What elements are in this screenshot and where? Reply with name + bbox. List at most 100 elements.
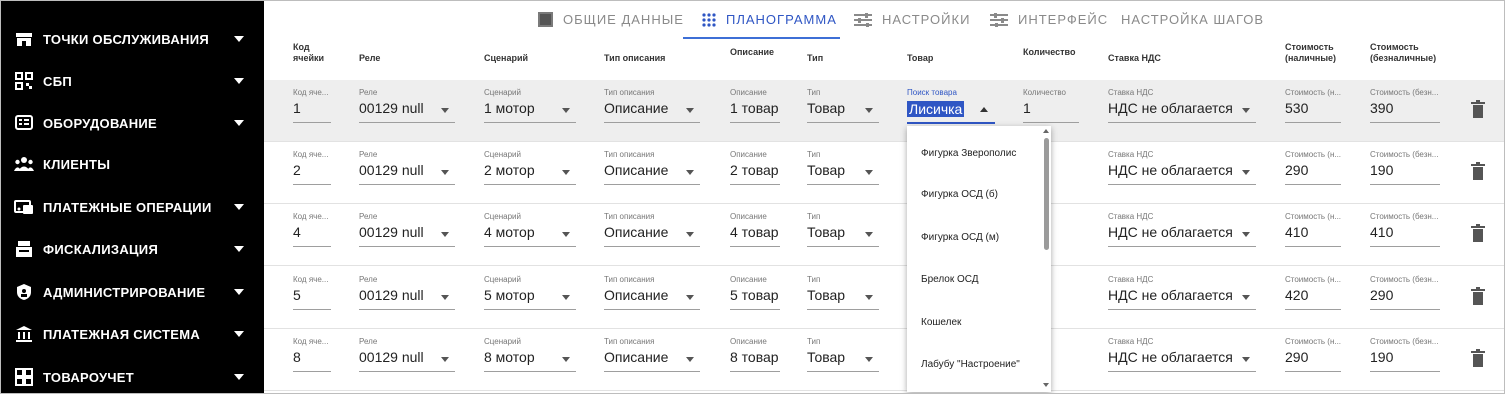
relay-select[interactable]: Реле 00129 null [359,88,455,123]
cell-code-input[interactable]: Код яче... 1 [293,88,331,123]
sidebar-item[interactable]: ТОВАРОУЧЕТ [1,362,264,392]
chevron-down-icon[interactable] [234,78,244,84]
cost-cashless-input[interactable]: Стоимость (безн... 410 [1370,212,1440,247]
chevron-down-icon[interactable] [1242,295,1250,300]
dropdown-option[interactable]: Фигурка ОСД (м) [921,232,999,243]
description-type-select[interactable]: Тип описания Описание [604,212,700,247]
trash-icon[interactable] [1471,162,1485,180]
chevron-down-icon[interactable] [686,357,694,362]
chevron-down-icon[interactable] [562,295,570,300]
relay-select[interactable]: Реле 00129 null [359,150,455,185]
chevron-down-icon[interactable] [234,331,244,337]
description-type-select[interactable]: Тип описания Описание [604,88,700,123]
chevron-down-icon[interactable] [234,36,244,42]
scroll-down-icon[interactable] [1043,383,1049,387]
scrollbar-thumb[interactable] [1044,138,1049,250]
type-select[interactable]: Тип Товар [807,150,879,185]
cost-cashless-input[interactable]: Стоимость (безн... 290 [1370,275,1440,310]
scenario-select[interactable]: Сценарий 2 мотор [484,150,576,185]
quantity-input[interactable]: Количество 1 [1023,88,1079,123]
chevron-up-icon[interactable] [980,107,988,112]
vat-select[interactable]: Ставка НДС НДС не облагается [1108,275,1256,310]
product-search-input[interactable]: Поиск товара Лисичка [907,88,995,124]
scenario-select[interactable]: Сценарий 5 мотор [484,275,576,310]
sidebar-item[interactable]: СБП [1,66,264,96]
chevron-down-icon[interactable] [562,108,570,113]
chevron-down-icon[interactable] [441,170,449,175]
chevron-down-icon[interactable] [562,232,570,237]
chevron-down-icon[interactable] [441,108,449,113]
trash-icon[interactable] [1471,287,1485,305]
dropdown-scrollbar[interactable] [1041,126,1051,392]
chevron-down-icon[interactable] [234,374,244,380]
cost-cashless-input[interactable]: Стоимость (безн... 390 [1370,88,1440,123]
chevron-down-icon[interactable] [441,357,449,362]
type-select[interactable]: Тип Товар [807,337,879,372]
cost-cash-input[interactable]: Стоимость (н... 420 [1285,275,1341,310]
vat-select[interactable]: Ставка НДС НДС не облагается [1108,337,1256,372]
dropdown-option[interactable]: Фигурка ОСД (б) [921,189,998,200]
chevron-down-icon[interactable] [234,204,244,210]
chevron-down-icon[interactable] [234,120,244,126]
dropdown-option[interactable]: Брелок ОСД [921,274,979,285]
vat-select[interactable]: Ставка НДС НДС не облагается [1108,88,1256,123]
scroll-up-icon[interactable] [1043,129,1049,133]
chevron-down-icon[interactable] [562,357,570,362]
dropdown-option[interactable]: Кошелек [921,317,961,328]
chevron-down-icon[interactable] [1242,170,1250,175]
sidebar-item[interactable]: ПЛАТЕЖНЫЕ ОПЕРАЦИИ [1,192,264,222]
chevron-down-icon[interactable] [865,295,873,300]
tab-step-settings[interactable]: НАСТРОЙКА ШАГОВ [1121,1,1264,38]
tab-planogram[interactable]: ПЛАНОГРАММА [702,1,837,38]
chevron-down-icon[interactable] [562,170,570,175]
description-input[interactable]: Описание 4 товар [730,212,780,247]
type-select[interactable]: Тип Товар [807,212,879,247]
description-input[interactable]: Описание 8 товар [730,337,780,372]
description-type-select[interactable]: Тип описания Описание [604,150,700,185]
sidebar-item[interactable]: ФИСКАЛИЗАЦИЯ [1,234,264,264]
chevron-down-icon[interactable] [865,357,873,362]
trash-icon[interactable] [1471,100,1485,118]
vat-select[interactable]: Ставка НДС НДС не облагается [1108,212,1256,247]
chevron-down-icon[interactable] [865,170,873,175]
cost-cash-input[interactable]: Стоимость (н... 290 [1285,337,1341,372]
dropdown-option[interactable]: Фигурка Зверополис [921,148,1016,159]
dropdown-option[interactable]: Лабубу "Настроение" [921,359,1020,370]
cost-cashless-input[interactable]: Стоимость (безн... 190 [1370,337,1440,372]
scenario-select[interactable]: Сценарий 8 мотор [484,337,576,372]
chevron-down-icon[interactable] [686,170,694,175]
chevron-down-icon[interactable] [441,295,449,300]
tab-settings[interactable]: НАСТРОЙКИ [854,1,970,38]
trash-icon[interactable] [1471,224,1485,242]
cost-cash-input[interactable]: Стоимость (н... 410 [1285,212,1341,247]
sidebar-item[interactable]: КЛИЕНТЫ [1,149,264,179]
chevron-down-icon[interactable] [1242,232,1250,237]
sidebar-item[interactable]: АДМИНИСТРИРОВАНИЕ [1,277,264,307]
description-input[interactable]: Описание 2 товар [730,150,780,185]
description-type-select[interactable]: Тип описания Описание [604,275,700,310]
relay-select[interactable]: Реле 00129 null [359,275,455,310]
cost-cash-input[interactable]: Стоимость (н... 290 [1285,150,1341,185]
sidebar-item[interactable]: ТОЧКИ ОБСЛУЖИВАНИЯ [1,24,264,54]
chevron-down-icon[interactable] [686,232,694,237]
chevron-down-icon[interactable] [865,232,873,237]
relay-select[interactable]: Реле 00129 null [359,337,455,372]
chevron-down-icon[interactable] [441,232,449,237]
tab-interface[interactable]: ИНТЕРФЕЙС [990,1,1108,38]
description-input[interactable]: Описание 1 товар [730,88,780,123]
scenario-select[interactable]: Сценарий 1 мотор [484,88,576,123]
chevron-down-icon[interactable] [234,246,244,252]
chevron-down-icon[interactable] [1242,108,1250,113]
chevron-down-icon[interactable] [1242,357,1250,362]
cell-code-input[interactable]: Код яче... 4 [293,212,331,247]
scenario-select[interactable]: Сценарий 4 мотор [484,212,576,247]
relay-select[interactable]: Реле 00129 null [359,212,455,247]
chevron-down-icon[interactable] [686,108,694,113]
chevron-down-icon[interactable] [234,289,244,295]
cell-code-input[interactable]: Код яче... 8 [293,337,331,372]
chevron-down-icon[interactable] [686,295,694,300]
description-type-select[interactable]: Тип описания Описание [604,337,700,372]
cost-cashless-input[interactable]: Стоимость (безн... 190 [1370,150,1440,185]
sidebar-item[interactable]: ПЛАТЕЖНАЯ СИСТЕМА [1,319,264,349]
sidebar-item[interactable]: ОБОРУДОВАНИЕ [1,108,264,138]
